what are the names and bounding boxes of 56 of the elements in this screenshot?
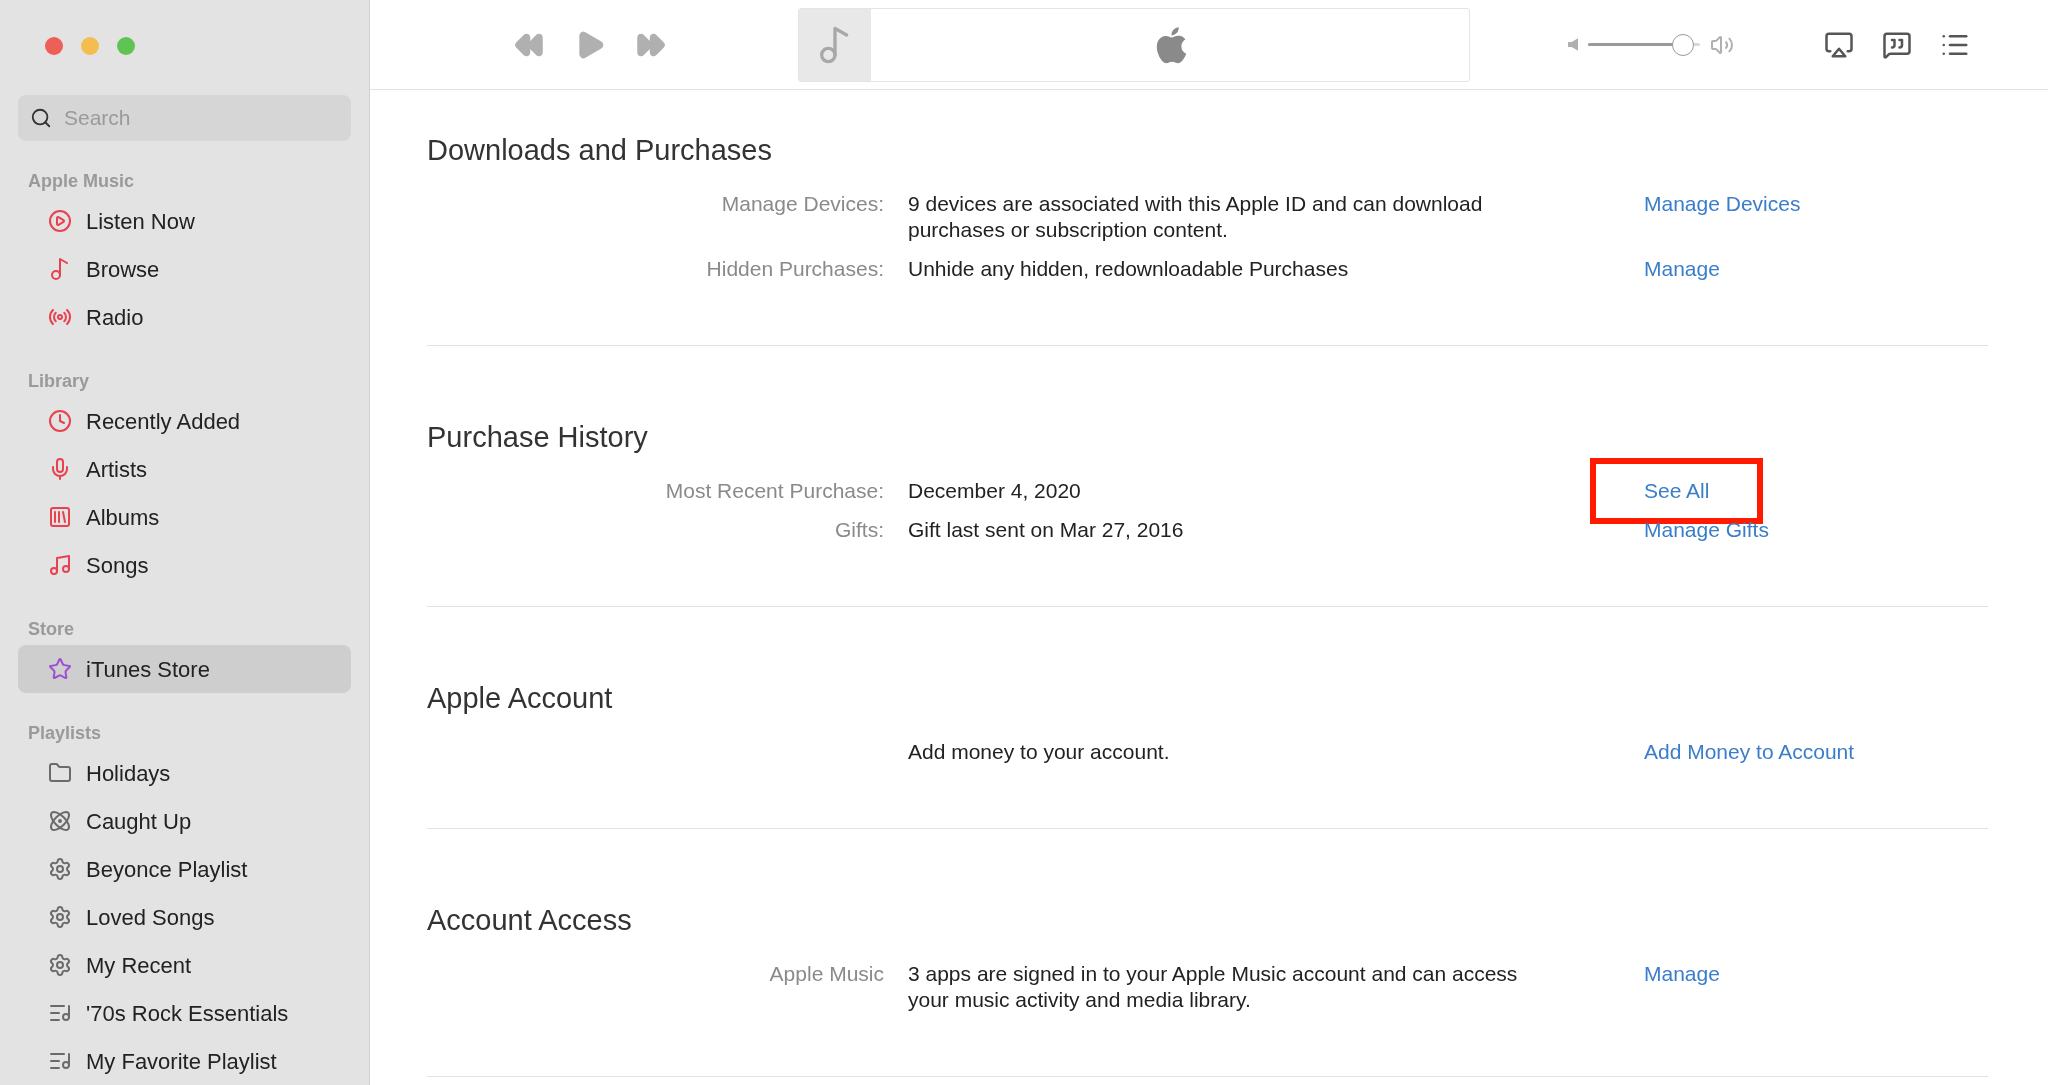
gear-icon	[48, 905, 72, 929]
field-label: Apple Music	[769, 962, 884, 985]
sidebar-item[interactable]: Browse	[18, 245, 351, 293]
volume-slider[interactable]	[1588, 33, 1700, 56]
minimize-window-icon[interactable]	[81, 37, 99, 55]
clock-icon	[48, 409, 72, 433]
field-label: Manage Devices:	[721, 192, 884, 215]
search-field[interactable]: Search	[18, 95, 351, 141]
field-value: December 4, 2020	[908, 478, 1082, 504]
sidebar-item[interactable]: Listen Now	[18, 197, 351, 245]
section-heading: Account Access	[427, 903, 633, 938]
sidebar-item[interactable]: iTunes Store	[18, 645, 351, 693]
zoom-window-icon[interactable]	[117, 37, 135, 55]
sidebar-item[interactable]: My Recent	[18, 941, 351, 989]
sidebar-item[interactable]: Songs	[18, 541, 351, 589]
volume-low-icon	[1568, 38, 1578, 51]
sidebar-section-heading: Playlists	[27, 722, 103, 745]
field-label: Gifts:	[835, 518, 884, 541]
field-label: Most Recent Purchase:	[665, 479, 884, 502]
sidebar-item[interactable]: Loved Songs	[18, 893, 351, 941]
search-icon	[30, 107, 52, 129]
sidebar-item[interactable]: Radio	[18, 293, 351, 341]
field-value: Gift last sent on Mar 27, 2016	[908, 517, 1185, 543]
folder-icon	[48, 761, 72, 785]
star-icon	[48, 657, 72, 681]
sidebar-item[interactable]: Artists	[18, 445, 351, 493]
link[interactable]: Add Money to Account	[1644, 739, 1855, 765]
field-value: 9 devices are associated with this Apple ID and can download purchases or subscription content.	[908, 191, 1484, 243]
field-value: Unhide any hidden, redownloadable Purchases	[908, 256, 1350, 282]
section-heading: Apple Account	[427, 681, 614, 716]
music-note-icon	[48, 553, 72, 577]
sidebar-item[interactable]: Recently Added	[18, 397, 351, 445]
field-label: Hidden Purchases:	[706, 257, 884, 280]
sidebar-item[interactable]: Caught Up	[18, 797, 351, 845]
album-icon	[48, 505, 72, 529]
volume-thumb[interactable]	[1672, 33, 1695, 56]
play-circle-icon	[48, 209, 72, 233]
link[interactable]: Manage	[1644, 256, 1720, 282]
link[interactable]: Manage Devices	[1644, 191, 1801, 217]
field-value: Add money to your account.	[908, 739, 1171, 765]
sidebar-item[interactable]: Beyonce Playlist	[18, 845, 351, 893]
sidebar-section-heading: Apple Music	[27, 170, 135, 193]
sidebar-item[interactable]: My Favorite Playlist	[18, 1037, 351, 1085]
gear-icon	[48, 953, 72, 977]
sidebar-item[interactable]: Holidays	[18, 749, 351, 797]
atom-icon	[48, 809, 72, 833]
sidebar-section-heading: Store	[27, 618, 75, 641]
link[interactable]: Manage	[1644, 961, 1720, 987]
sidebar-item[interactable]: '70s Rock Essentials	[18, 989, 351, 1037]
section-heading: Downloads and Purchases	[427, 133, 773, 168]
close-window-icon[interactable]	[45, 37, 63, 55]
sidebar-section-heading: Library	[27, 370, 91, 393]
sidebar-item[interactable]: Albums	[18, 493, 351, 541]
field-value: 3 apps are signed in to your Apple Music account and can access your music activity and media library.	[908, 961, 1519, 1013]
gear-icon	[48, 857, 72, 881]
section-heading: Purchase History	[427, 420, 649, 455]
